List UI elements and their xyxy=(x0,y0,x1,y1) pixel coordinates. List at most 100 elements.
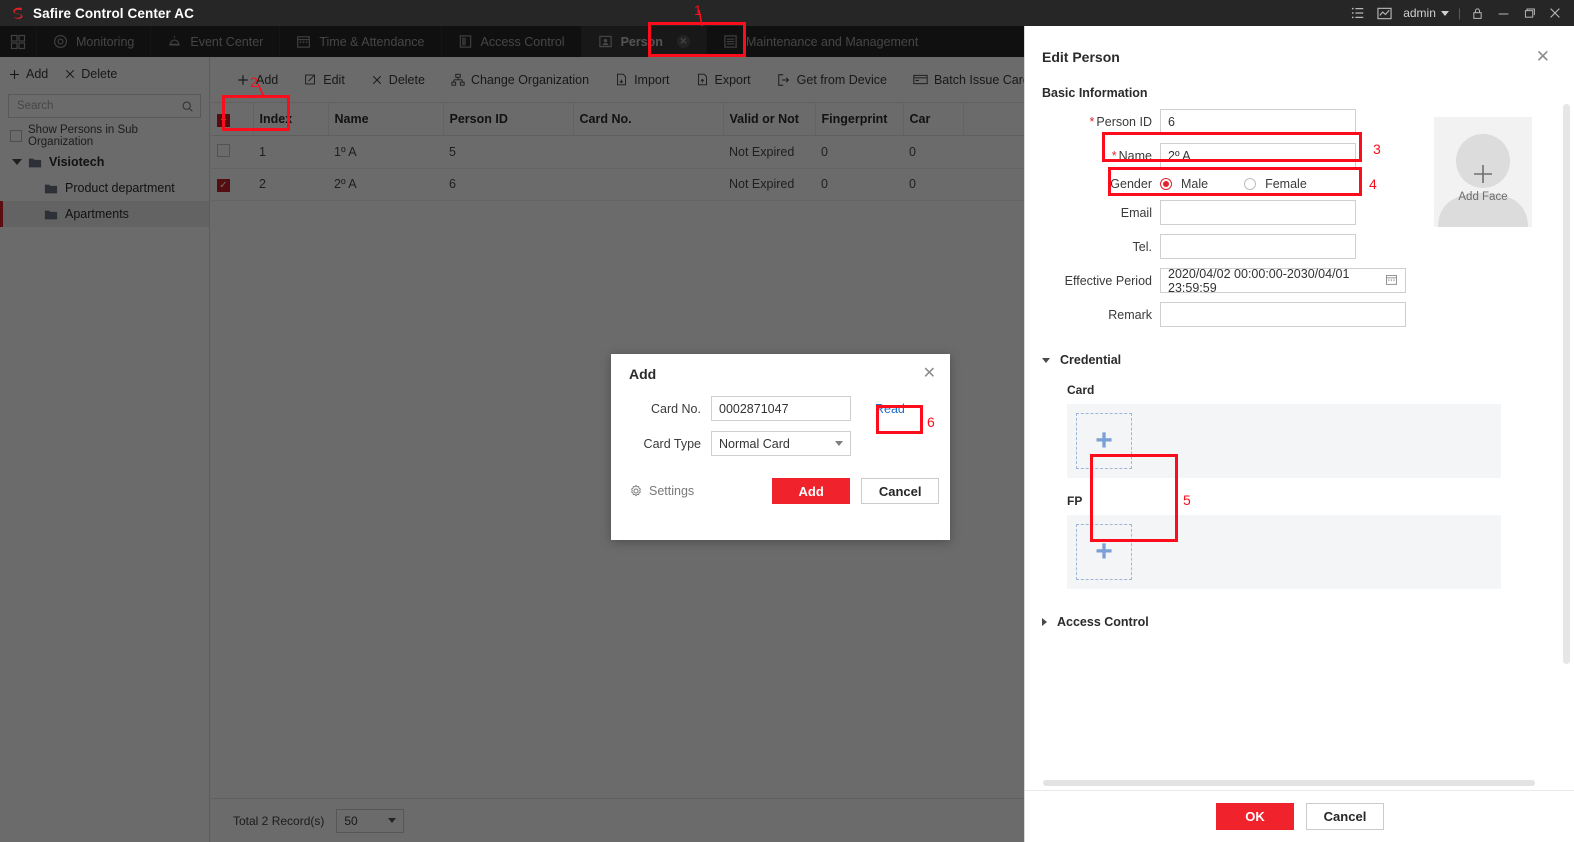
chevron-down-icon[interactable] xyxy=(12,159,22,165)
toolbar-import-button[interactable]: Import xyxy=(602,67,682,93)
sidebar-item-product-department[interactable]: Product department xyxy=(0,175,209,201)
nav-item-maintenance[interactable]: Maintenance and Management xyxy=(705,26,934,57)
toolbar-get-from-device-button[interactable]: Get from Device xyxy=(764,67,900,93)
remark-field[interactable] xyxy=(1160,302,1406,327)
close-icon[interactable]: ✕ xyxy=(1536,48,1550,65)
chevron-right-icon[interactable] xyxy=(1042,618,1047,626)
person-id-field[interactable]: 6 xyxy=(1160,109,1356,134)
add-dialog-title: Add xyxy=(629,366,657,382)
add-confirm-button[interactable]: Add xyxy=(772,478,851,504)
row-checkbox[interactable]: ✓ xyxy=(211,168,253,201)
page-size-select[interactable]: 50 xyxy=(336,808,405,833)
column-fingerprint[interactable]: Fingerprint xyxy=(815,103,904,136)
cell-valid: Not Expired xyxy=(723,168,815,201)
effective-period-field[interactable]: 2020/04/02 00:00:00-2030/04/01 23:59:59 xyxy=(1160,267,1406,295)
org-search-box[interactable] xyxy=(8,94,201,118)
nav-item-access-control[interactable]: Access Control xyxy=(440,26,581,57)
select-all-header[interactable]: – xyxy=(211,103,254,136)
close-icon[interactable] xyxy=(1542,0,1568,26)
edit-person-title: Edit Person xyxy=(1042,48,1120,65)
gender-male-radio[interactable] xyxy=(1160,178,1172,190)
name-field[interactable]: 2º A xyxy=(1160,143,1356,168)
checkbox-checked-icon[interactable]: ✓ xyxy=(217,179,230,192)
toolbar-export-button[interactable]: Export xyxy=(683,67,764,93)
cell-valid: Not Expired xyxy=(723,135,815,169)
column-valid-or-not[interactable]: Valid or Not xyxy=(723,103,816,136)
close-icon[interactable]: ✕ xyxy=(676,35,690,48)
cell-car: 0 xyxy=(903,135,963,169)
toolbar-label: Change Organization xyxy=(470,72,590,87)
show-sub-org-checkbox[interactable]: Show Persons in Sub Organization xyxy=(0,123,209,149)
add-dialog-footer: Settings Add Cancel xyxy=(611,478,950,504)
email-field[interactable] xyxy=(1160,200,1356,225)
credential-label: Credential xyxy=(1060,353,1122,367)
card-no-row: Card No. 0002871047 Read xyxy=(611,396,950,421)
search-icon xyxy=(182,101,193,112)
toolbar-edit-button[interactable]: Edit xyxy=(291,67,358,93)
card-no-input[interactable]: 0002871047 xyxy=(711,396,851,421)
row-checkbox[interactable] xyxy=(211,135,253,169)
column-person-id[interactable]: Person ID xyxy=(443,103,574,136)
cell-fingerprint: 0 xyxy=(815,135,903,169)
cancel-button[interactable]: Cancel xyxy=(1306,803,1384,830)
credential-section-header[interactable]: Credential xyxy=(1042,353,1574,367)
chart-icon[interactable] xyxy=(1371,0,1397,26)
chevron-down-icon[interactable] xyxy=(1042,357,1050,363)
sidebar-item-visiotech[interactable]: Visiotech xyxy=(0,149,209,175)
card-type-select[interactable]: Normal Card xyxy=(711,431,851,456)
lock-icon[interactable] xyxy=(1464,0,1490,26)
toolbar-delete-button[interactable]: Delete xyxy=(358,67,438,93)
column-car[interactable]: Car xyxy=(903,103,964,136)
app-grid-icon[interactable] xyxy=(0,26,36,57)
maximize-icon[interactable] xyxy=(1516,0,1542,26)
toolbar-label: Add xyxy=(256,72,279,87)
vertical-scrollbar[interactable] xyxy=(1563,104,1570,664)
read-link[interactable]: Read xyxy=(875,402,905,416)
nav-item-time-attendance[interactable]: Time & Attendance xyxy=(279,26,440,57)
ok-button[interactable]: OK xyxy=(1216,803,1294,830)
nav-label: Access Control xyxy=(480,34,565,49)
column-card-no[interactable]: Card No. xyxy=(573,103,724,136)
checkbox-indeterminate-icon[interactable]: – xyxy=(217,113,230,127)
add-cancel-button[interactable]: Cancel xyxy=(861,478,940,504)
search-input[interactable] xyxy=(15,99,181,113)
person-card-icon xyxy=(598,34,613,49)
sidebar-item-apartments[interactable]: Apartments xyxy=(0,201,209,227)
remark-label: Remark xyxy=(1108,307,1152,322)
tel-field[interactable] xyxy=(1160,234,1356,259)
edit-person-header: Edit Person ✕ xyxy=(1025,26,1574,65)
minimize-icon[interactable] xyxy=(1490,0,1516,26)
nav-item-person[interactable]: Person ✕ xyxy=(580,26,706,57)
sidebar-add-button[interactable]: Add xyxy=(8,67,48,81)
calendar-icon xyxy=(296,34,311,49)
toolbar-add-button[interactable]: Add xyxy=(223,67,291,93)
add-face-button[interactable]: Add Face xyxy=(1434,117,1532,227)
person-id-value: 6 xyxy=(1168,114,1175,129)
card-type-value: Normal Card xyxy=(719,436,790,451)
close-icon[interactable]: ✕ xyxy=(923,366,936,382)
nav-label: Maintenance and Management xyxy=(745,34,919,49)
settings-button[interactable]: Settings xyxy=(629,484,694,498)
sidebar-delete-button[interactable]: Delete xyxy=(64,67,117,81)
title-bar: Safire Control Center AC admin | xyxy=(0,0,1574,26)
card-add-button[interactable]: + xyxy=(1076,413,1132,469)
chevron-down-icon xyxy=(1440,10,1449,16)
add-card-dialog: Add ✕ Card No. 0002871047 Read Card Type… xyxy=(611,354,950,540)
user-menu[interactable]: admin xyxy=(1397,0,1455,26)
list-icon[interactable] xyxy=(1345,0,1371,26)
column-index[interactable]: Index xyxy=(253,103,329,136)
nav-item-monitoring[interactable]: Monitoring xyxy=(36,26,150,57)
fp-add-button[interactable]: + xyxy=(1076,524,1132,580)
nav-item-event-center[interactable]: Event Center xyxy=(150,26,279,57)
app-window: Safire Control Center AC admin | Monitor… xyxy=(0,0,1574,842)
gender-female-radio[interactable] xyxy=(1244,178,1257,190)
page-size-value: 50 xyxy=(344,813,358,828)
checkbox-icon[interactable] xyxy=(217,143,230,157)
toolbar-change-organization-button[interactable]: Change Organization xyxy=(438,67,602,93)
access-control-section-header[interactable]: Access Control xyxy=(1042,615,1574,629)
column-name[interactable]: Name xyxy=(328,103,444,136)
horizontal-scrollbar[interactable] xyxy=(1043,780,1535,786)
cell-card-no xyxy=(573,168,723,201)
calendar-icon[interactable] xyxy=(1385,273,1398,289)
x-icon xyxy=(372,75,381,84)
